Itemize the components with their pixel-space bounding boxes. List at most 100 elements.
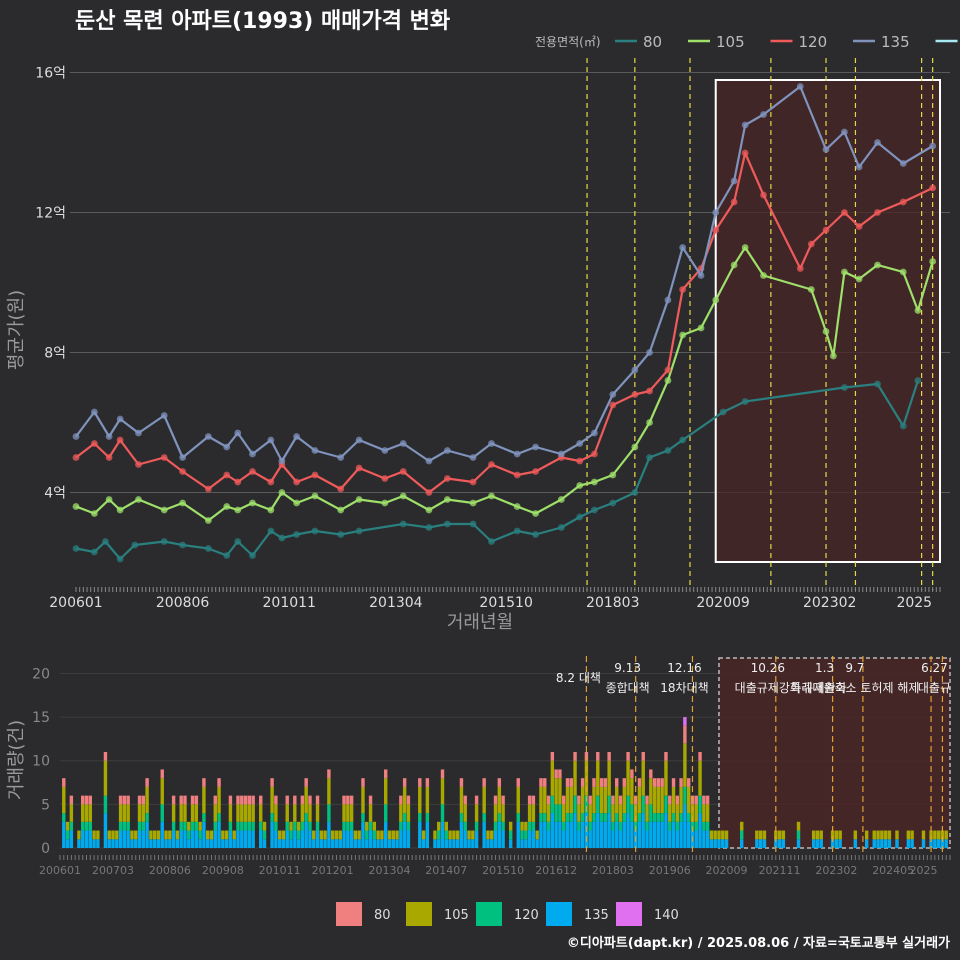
bar-segment-80 [346, 795, 350, 805]
series-point-120 [929, 184, 937, 192]
bar-segment-135 [452, 839, 456, 848]
bottom-x-tick-label: 2025 [909, 864, 937, 877]
bar-segment-105 [452, 830, 456, 840]
bar-segment-135 [615, 821, 619, 848]
series-point-135 [311, 447, 319, 454]
bottom-x-tick-label: 200601 [39, 864, 81, 877]
bar-segment-80 [596, 752, 600, 761]
bar-segment-105 [910, 830, 914, 840]
bar-segment-105 [319, 830, 324, 840]
bar-segment-135 [652, 821, 657, 848]
bar-segment-105 [274, 804, 278, 822]
bar-segment-135 [285, 830, 289, 848]
bar-segment-120 [437, 830, 441, 840]
bar-segment-135 [421, 839, 426, 848]
series-point-80 [609, 499, 617, 507]
bar-segment-135 [187, 839, 191, 848]
bar-segment-120 [516, 813, 520, 822]
bar-segment-80 [550, 752, 555, 761]
series-point-135 [267, 436, 275, 444]
bottom-legend-swatch-120 [476, 902, 502, 926]
bottom-legend-label-140: 140 [654, 908, 679, 923]
bar-segment-120 [62, 813, 66, 822]
bar-segment-120 [501, 821, 505, 831]
bar-segment-105 [224, 830, 229, 840]
bar-segment-135 [232, 839, 236, 848]
bar-segment-120 [69, 821, 74, 831]
bar-segment-120 [459, 813, 464, 822]
bar-segment-120 [213, 821, 217, 831]
series-point-80 [311, 527, 319, 535]
bar-segment-120 [618, 821, 623, 831]
bar-segment-105 [448, 830, 452, 840]
series-point-120 [355, 464, 363, 472]
bar-segment-120 [622, 813, 627, 822]
series-point-120 [105, 454, 113, 461]
bar-segment-120 [671, 813, 676, 822]
bar-segment-105 [543, 786, 547, 814]
bar-segment-80 [501, 795, 505, 805]
bar-segment-105 [569, 786, 573, 814]
chart-title: 둔산 목련 아파트(1993) 매매가격 변화 [75, 9, 450, 34]
bar-segment-135 [531, 830, 536, 848]
bottom-x-tick-label: 201612 [535, 864, 577, 877]
bar-segment-135 [721, 839, 725, 848]
bar-segment-105 [152, 830, 157, 840]
series-point-80 [841, 384, 848, 391]
event-annotation: 대출규 [918, 681, 951, 695]
bar-segment-105 [372, 821, 377, 831]
bar-segment-80 [315, 795, 320, 805]
bottom-legend: 80 105 120 135 140 [336, 902, 679, 926]
bar-segment-80 [179, 795, 183, 805]
series-point-105 [425, 506, 433, 514]
series-point-120 [796, 265, 804, 272]
bar-segment-105 [811, 830, 816, 840]
bar-segment-105 [618, 804, 623, 822]
bar-segment-135 [834, 839, 839, 848]
bottom-legend-swatch-135 [546, 902, 572, 926]
bar-segment-135 [289, 839, 293, 848]
series-point-120 [249, 468, 256, 475]
series-point-105 [712, 296, 720, 304]
bar-segment-105 [717, 830, 721, 840]
bar-segment-135 [524, 839, 528, 848]
series-point-80 [267, 527, 275, 535]
bar-segment-135 [626, 813, 630, 848]
bar-segment-135 [152, 839, 157, 848]
legend-label-135: 135 [881, 33, 910, 51]
bar-segment-135 [675, 830, 680, 848]
bar-segment-105 [649, 778, 653, 805]
series-point-120 [822, 226, 830, 234]
bar-segment-105 [652, 786, 657, 814]
bar-segment-80 [62, 778, 66, 787]
bar-segment-105 [599, 786, 604, 814]
bar-segment-105 [834, 830, 839, 840]
bar-segment-105 [221, 830, 225, 840]
bar-segment-105 [433, 830, 437, 840]
series-point-105 [337, 506, 345, 514]
bar-segment-135 [527, 830, 532, 848]
bar-segment-80 [243, 795, 248, 805]
bar-segment-135 [168, 839, 172, 848]
bar-segment-80 [622, 778, 627, 787]
bar-segment-80 [652, 778, 657, 787]
bar-segment-80 [539, 778, 543, 787]
bar-segment-80 [686, 778, 691, 787]
bar-segment-105 [596, 760, 600, 796]
series-point-135 [234, 429, 242, 437]
bar-segment-120 [694, 821, 698, 831]
event-annotation: 특례대출축소 토허제 해제 [790, 681, 919, 695]
bar-segment-105 [179, 804, 183, 822]
bar-segment-105 [565, 786, 570, 814]
bar-segment-105 [111, 830, 115, 840]
bar-segment-105 [149, 830, 153, 840]
event-annotation: 9.13 [614, 661, 641, 675]
series-point-120 [399, 468, 407, 475]
bar-segment-135 [709, 839, 714, 848]
series-point-80 [278, 534, 286, 542]
bar-segment-135 [520, 839, 524, 848]
bar-segment-135 [637, 821, 642, 848]
series-point-105 [278, 489, 286, 496]
bar-segment-105 [262, 821, 267, 831]
bar-segment-120 [342, 821, 346, 831]
